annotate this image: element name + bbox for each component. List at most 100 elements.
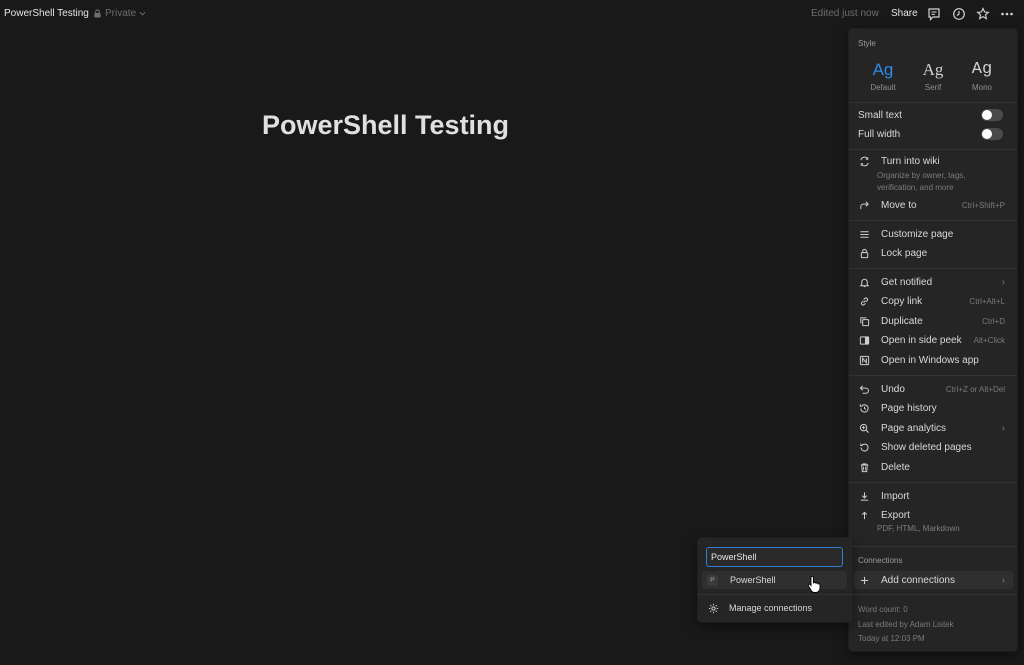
star-icon[interactable] [975,6,991,22]
delete-label: Delete [881,461,910,473]
share-button[interactable]: Share [891,8,918,19]
duplicate-label: Duplicate [881,315,923,327]
divider [849,220,1017,221]
show-deleted-pages-item[interactable]: Show deleted pages [853,438,1013,456]
small-text-row[interactable]: Small text [858,106,1013,124]
word-count: Word count: 0 [858,605,908,614]
move-to-label: Move to [881,199,917,211]
breadcrumb-page-title[interactable]: PowerShell Testing [4,8,89,19]
divider [849,482,1017,483]
style-mono-option[interactable]: Ag Mono [959,59,1005,92]
style-default-glyph: Ag [872,60,894,79]
customize-page-label: Customize page [881,228,954,240]
import-item[interactable]: Import [853,487,1013,505]
export-label: Export [881,509,910,521]
edited-status: Edited just now [811,8,879,19]
lock-page-item[interactable]: Lock page [853,244,1013,262]
show-deleted-pages-label: Show deleted pages [881,441,972,453]
clock-icon[interactable] [951,6,967,22]
full-width-row[interactable]: Full width [858,125,1013,143]
manage-connections-item[interactable]: Manage connections [702,599,847,617]
export-icon [858,509,870,521]
open-side-peek-label: Open in side peek [881,334,962,346]
duplicate-icon [858,315,870,327]
chevron-right-icon: › [1001,574,1005,586]
lock-icon [94,9,101,18]
page-analytics-item[interactable]: Page analytics › [853,419,1013,437]
add-connections-label: Add connections [881,574,955,586]
style-default-option[interactable]: Ag Default [860,59,906,92]
lock-icon [858,247,870,259]
undo-shortcut: Ctrl+Z or Alt+Del [945,384,1005,394]
last-edited-by: Last edited by Adam Listek [858,620,954,629]
turn-into-wiki-label: Turn into wiki [881,155,940,167]
analytics-magnifier-icon [858,422,870,434]
move-to-shortcut: Ctrl+Shift+P [961,200,1005,210]
manage-connections-label: Manage connections [729,603,813,613]
customize-page-item[interactable]: Customize page [853,225,1013,243]
style-section-label: Style [858,39,876,48]
more-icon[interactable] [999,6,1015,22]
connections-section-label: Connections [858,556,903,565]
chevron-right-icon: › [1001,422,1005,434]
bell-icon [858,276,870,288]
undo-item[interactable]: Undo Ctrl+Z or Alt+Del [853,380,1013,398]
wiki-swap-icon [858,155,870,167]
page-title[interactable]: PowerShell Testing [262,110,509,141]
duplicate-item[interactable]: Duplicate Ctrl+D [853,312,1013,330]
get-notified-label: Get notified [881,276,933,288]
style-serif-label: Serif [924,83,942,92]
get-notified-item[interactable]: Get notified › [853,273,1013,291]
side-peek-icon [858,334,870,346]
full-width-toggle[interactable] [981,128,1003,140]
copy-link-label: Copy link [881,295,923,307]
divider [698,594,851,595]
hand-cursor-icon [807,576,821,593]
copy-link-item[interactable]: Copy link Ctrl+Alt+L [853,292,1013,310]
connection-result-item[interactable]: P PowerShell [702,571,847,589]
divider [849,546,1017,547]
powershell-badge-icon: P [707,574,718,586]
style-default-label: Default [870,83,896,92]
gear-icon [707,602,719,614]
export-description: PDF, HTML, Markdown [877,524,960,533]
plus-icon [858,574,870,586]
style-serif-glyph: Ag [922,60,944,79]
divider [849,594,1017,595]
lock-page-label: Lock page [881,247,928,259]
divider [849,268,1017,269]
divider [849,375,1017,376]
last-edited-time: Today at 12:03 PM [858,634,925,643]
export-item[interactable]: Export [853,506,1013,524]
arrow-forward-icon [858,199,870,211]
privacy-label: Private [105,8,137,19]
turn-into-wiki-description: Organize by owner, tags, verification, a… [877,171,966,192]
connections-search-input[interactable] [706,547,843,567]
open-side-peek-item[interactable]: Open in side peek Alt+Click [853,331,1013,349]
connections-popup: P PowerShell Manage connections [698,538,851,622]
page-history-item[interactable]: Page history [853,399,1013,417]
chevron-right-icon: › [1001,276,1005,288]
add-connections-item[interactable]: Add connections › [853,571,1013,589]
small-text-toggle[interactable] [981,109,1003,121]
style-serif-option[interactable]: Ag Serif [910,59,956,92]
import-icon [858,490,870,502]
page-options-menu: Style Ag Default Ag Serif Ag Mono Small … [849,29,1017,651]
comment-icon[interactable] [926,6,942,22]
delete-item[interactable]: Delete [853,458,1013,476]
notion-logo-icon [858,354,870,366]
restore-icon [858,441,870,453]
top-bar: PowerShell Testing Private Edited just n… [0,0,1024,28]
import-label: Import [881,490,910,502]
style-mono-glyph: Ag [971,60,993,79]
privacy-dropdown[interactable]: Private [93,8,146,19]
turn-into-wiki-item[interactable]: Turn into wiki [853,152,1013,170]
divider [849,102,1017,103]
copy-link-shortcut: Ctrl+Alt+L [969,296,1005,306]
toggle-knob [982,110,992,120]
open-windows-app-item[interactable]: Open in Windows app [853,351,1013,369]
small-text-label: Small text [858,109,902,121]
move-to-item[interactable]: Move to Ctrl+Shift+P [853,196,1013,214]
history-icon [858,402,870,414]
full-width-label: Full width [858,128,901,140]
